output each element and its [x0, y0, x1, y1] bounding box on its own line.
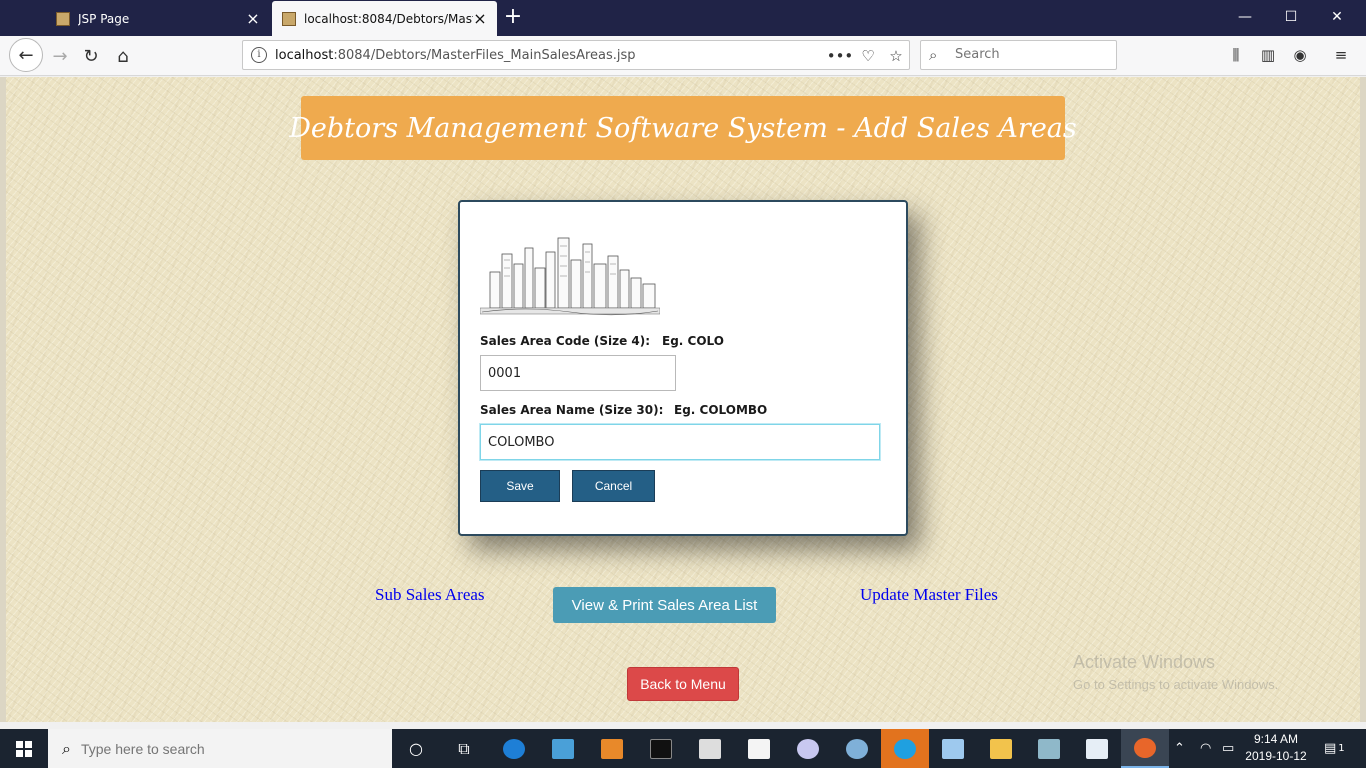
- save-button[interactable]: Save: [480, 470, 560, 502]
- notification-center-icon[interactable]: ▤ 1: [1324, 729, 1345, 768]
- skype-icon[interactable]: [881, 729, 929, 768]
- taskbar-search[interactable]: ⌕: [48, 729, 392, 768]
- address-bar[interactable]: i localhost:8084/Debtors/MasterFiles_Mai…: [242, 40, 910, 70]
- maximize-icon[interactable]: ☐: [1268, 0, 1314, 34]
- sales-area-name-example: Eg. COLOMBO: [674, 403, 768, 417]
- tool-app-icon[interactable]: [784, 729, 832, 768]
- task-view-icon[interactable]: ⧉: [440, 729, 488, 768]
- view-print-sales-area-button[interactable]: View & Print Sales Area List: [553, 587, 776, 623]
- back-to-menu-button[interactable]: Back to Menu: [627, 667, 739, 701]
- search-icon: ⌕: [62, 738, 71, 758]
- activate-windows-watermark: Activate Windows Go to Settings to activ…: [1073, 652, 1278, 692]
- window-border-right: [1360, 77, 1366, 722]
- notes-app-icon[interactable]: [1025, 729, 1073, 768]
- page-title-banner: Debtors Management Software System - Add…: [289, 96, 1077, 160]
- sidebar-icon[interactable]: ▥: [1256, 44, 1280, 66]
- notification-count: 1: [1338, 743, 1345, 754]
- browser-titlebar: JSP Page × localhost:8084/Debtors/Master…: [0, 0, 1366, 36]
- sales-area-name-input[interactable]: [480, 424, 880, 460]
- clock-time: 9:14 AM: [1253, 732, 1299, 746]
- cortana-icon[interactable]: ○: [392, 729, 440, 768]
- tab-label: localhost:8084/Debtors/MasterFiles_MainS…: [304, 11, 473, 26]
- new-tab-icon[interactable]: +: [500, 4, 526, 30]
- paint-icon[interactable]: [833, 729, 881, 768]
- watermark-subtitle: Go to Settings to activate Windows.: [1073, 677, 1279, 692]
- wifi-icon[interactable]: ◠: [1200, 729, 1211, 768]
- command-prompt-icon[interactable]: [637, 729, 685, 768]
- tab-label: JSP Page: [78, 11, 130, 26]
- search-input[interactable]: [955, 47, 1105, 62]
- reload-icon[interactable]: ↻: [75, 40, 107, 72]
- file-explorer-icon[interactable]: [977, 729, 1025, 768]
- sales-area-code-label: Sales Area Code (Size 4):: [480, 334, 651, 348]
- tab-jsp-page[interactable]: JSP Page ×: [46, 1, 270, 36]
- sales-area-code-input[interactable]: [480, 355, 676, 391]
- microsoft-store-icon[interactable]: [735, 729, 783, 768]
- city-skyline-image: [480, 237, 660, 316]
- tab-sales-areas[interactable]: localhost:8084/Debtors/MasterFiles_MainS…: [272, 1, 497, 36]
- page-favicon-icon: [282, 11, 296, 26]
- taskbar-search-input[interactable]: [80, 740, 381, 757]
- firefox-icon[interactable]: [1121, 729, 1169, 768]
- clock-date: 2019-10-12: [1245, 749, 1307, 763]
- page-title: Debtors Management Software System - Add…: [289, 112, 1077, 144]
- sales-area-name-label: Sales Area Name (Size 30):: [480, 403, 664, 417]
- forward-arrow-icon[interactable]: →: [44, 40, 76, 72]
- calculator-icon[interactable]: [686, 729, 734, 768]
- bookmark-star-icon[interactable]: ☆: [885, 45, 907, 67]
- pocket-icon[interactable]: ♡: [857, 45, 879, 67]
- account-icon[interactable]: ◉: [1288, 44, 1312, 66]
- more-dots-icon[interactable]: •••: [827, 45, 854, 67]
- add-sales-area-form: Sales Area Code (Size 4): Eg. COLO Sales…: [458, 200, 908, 536]
- windows-taskbar: ⌕ ○ ⧉ ⌃ ◠ ▭ 9:14 AM 2019-10-12 ▤1: [0, 729, 1366, 768]
- url-text[interactable]: localhost:8084/Debtors/MasterFiles_MainS…: [275, 48, 636, 63]
- minimize-icon[interactable]: —: [1222, 0, 1268, 34]
- back-arrow-icon[interactable]: ←: [9, 38, 43, 72]
- sales-area-code-example: Eg. COLO: [662, 334, 724, 348]
- remote-desktop-icon[interactable]: [539, 729, 587, 768]
- virtualbox-icon[interactable]: [588, 729, 636, 768]
- page-favicon-icon: [56, 11, 70, 26]
- update-master-files-link[interactable]: Update Master Files: [860, 585, 998, 605]
- library-icon[interactable]: ⫼: [1224, 44, 1248, 66]
- edge-browser-icon[interactable]: [490, 729, 538, 768]
- search-bar[interactable]: ⌕: [920, 40, 1117, 70]
- close-window-icon[interactable]: ✕: [1314, 0, 1360, 34]
- search-icon: ⌕: [929, 46, 938, 64]
- site-info-icon[interactable]: i: [251, 47, 267, 63]
- home-icon[interactable]: ⌂: [107, 40, 139, 72]
- taskbar-clock[interactable]: 9:14 AM 2019-10-12: [1245, 731, 1307, 765]
- 3d-box-icon[interactable]: [929, 729, 977, 768]
- sub-sales-areas-link[interactable]: Sub Sales Areas: [375, 585, 485, 605]
- windows-start-icon[interactable]: [0, 729, 48, 768]
- close-tab-icon[interactable]: ×: [473, 10, 487, 26]
- document-app-icon[interactable]: [1073, 729, 1121, 768]
- cancel-button[interactable]: Cancel: [572, 470, 655, 502]
- show-hidden-icons-chevron-icon[interactable]: ⌃: [1174, 729, 1185, 768]
- close-tab-icon[interactable]: ×: [246, 10, 260, 26]
- battery-icon[interactable]: ▭: [1222, 729, 1234, 768]
- watermark-title: Activate Windows: [1073, 652, 1216, 672]
- hamburger-menu-icon[interactable]: ≡: [1329, 44, 1353, 66]
- page-content: Debtors Management Software System - Add…: [6, 77, 1360, 722]
